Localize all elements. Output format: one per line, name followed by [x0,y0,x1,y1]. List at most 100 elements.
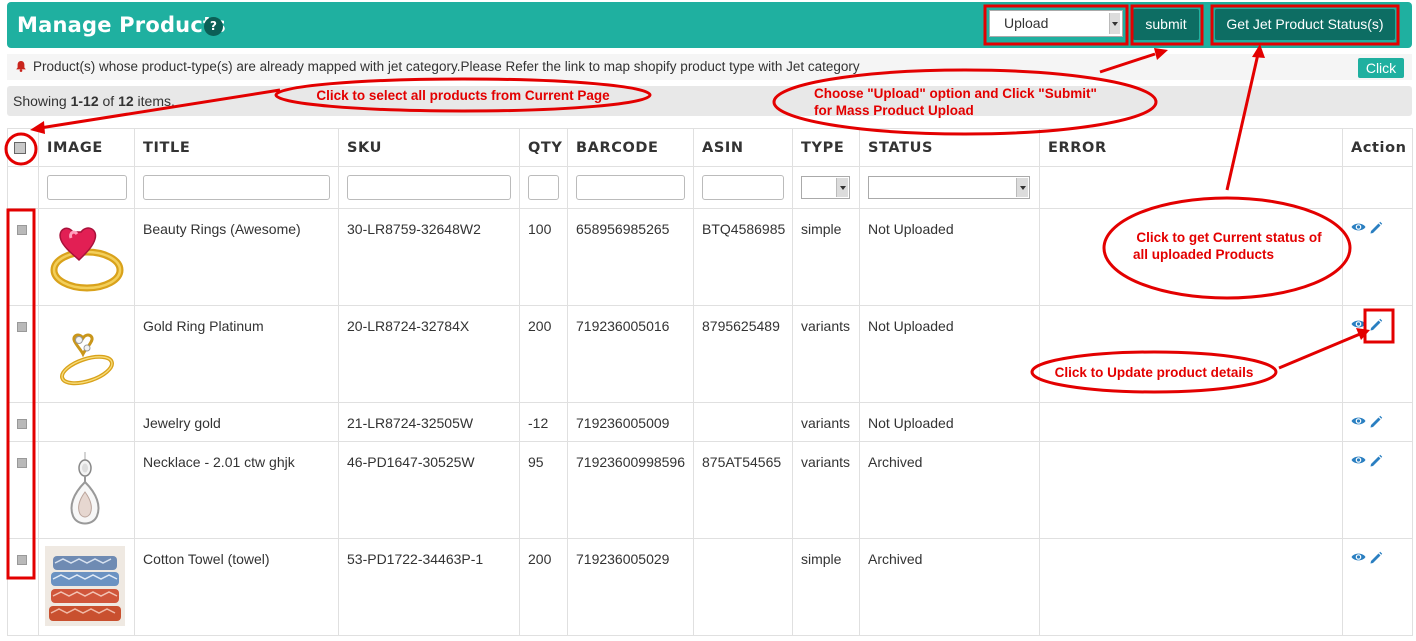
table-header-row: IMAGE TITLE SKU QTY BARCODE ASIN TYPE ST… [7,128,1413,167]
product-title: Cotton Towel (towel) [134,538,339,636]
column-header-barcode[interactable]: BARCODE [567,128,694,167]
chevron-down-icon [836,178,848,197]
column-header-error[interactable]: ERROR [1039,128,1343,167]
product-error [1039,402,1343,442]
pendant-necklace-image[interactable] [55,452,115,532]
product-barcode: 719236005009 [567,402,694,442]
product-image-cell [38,441,135,539]
action-cell [1342,402,1413,442]
pencil-icon[interactable] [1369,318,1383,332]
gold-ring-image[interactable] [45,322,125,392]
submit-button[interactable]: submit [1133,9,1199,40]
row-checkbox[interactable] [17,322,27,332]
title-filter-input[interactable] [143,175,330,200]
product-barcode: 658956985265 [567,208,694,306]
action-filter-cell [1342,166,1413,209]
product-status: Archived [859,538,1040,636]
column-header-sku[interactable]: SKU [338,128,520,167]
row-checkbox[interactable] [17,225,27,235]
notice-bar: Product(s) whose product-type(s) are alr… [7,54,1412,80]
filter-row [7,166,1413,209]
bell-icon [16,61,26,72]
product-error [1039,441,1343,539]
product-status: Not Uploaded [859,402,1040,442]
notice-text: Product(s) whose product-type(s) are alr… [33,59,860,74]
eye-icon[interactable] [1351,454,1366,466]
row-checkbox[interactable] [17,555,27,565]
products-table: IMAGE TITLE SKU QTY BARCODE ASIN TYPE ST… [7,128,1413,641]
product-asin: 875AT54565 [693,441,793,539]
product-image-cell [38,402,135,442]
product-type: variants [792,305,860,403]
eye-icon[interactable] [1351,318,1366,330]
product-type: simple [792,208,860,306]
product-barcode: 71923600998596 [567,441,694,539]
product-asin [693,538,793,636]
product-error [1039,305,1343,403]
product-image-cell [38,538,135,636]
product-asin [693,402,793,442]
row-checkbox[interactable] [17,458,27,468]
select-all-cell [7,128,39,167]
product-qty: 100 [519,208,568,306]
sku-filter-input[interactable] [347,175,511,200]
action-cell [1342,208,1413,306]
product-qty: 200 [519,305,568,403]
product-status: Archived [859,441,1040,539]
table-row: Cotton Towel (towel) 53-PD1722-34463P-1 … [7,538,1413,636]
column-header-type[interactable]: TYPE [792,128,860,167]
get-jet-status-button[interactable]: Get Jet Product Status(s) [1215,9,1395,40]
chevron-down-icon [1109,13,1120,34]
table-row: Gold Ring Platinum 20-LR8724-32784X 200 … [7,305,1413,403]
product-qty: -12 [519,402,568,442]
action-cell [1342,538,1413,636]
eye-icon[interactable] [1351,551,1366,563]
column-header-qty[interactable]: QTY [519,128,568,167]
error-filter-cell [1039,166,1343,209]
product-type: variants [792,402,860,442]
product-image-cell [38,305,135,403]
product-title: Beauty Rings (Awesome) [134,208,339,306]
barcode-filter-input[interactable] [576,175,685,200]
status-filter-select[interactable] [868,176,1030,199]
table-row: Jewelry gold 21-LR8724-32505W -12 719236… [7,402,1413,442]
bulk-action-value: Upload [1004,15,1049,31]
bulk-action-select[interactable]: Upload [989,10,1123,37]
product-sku: 30-LR8759-32648W2 [338,208,520,306]
eye-icon[interactable] [1351,415,1366,427]
column-header-status[interactable]: STATUS [859,128,1040,167]
product-sku: 21-LR8724-32505W [338,402,520,442]
row-checkbox[interactable] [17,419,27,429]
heart-ring-image[interactable] [45,218,125,298]
table-row: Necklace - 2.01 ctw ghjk 46-PD1647-30525… [7,441,1413,539]
asin-filter-input[interactable] [702,175,784,200]
click-button[interactable]: Click [1358,58,1404,78]
status-annotation: Click to get Current status of all uploa… [1133,230,1322,262]
column-header-title[interactable]: TITLE [134,128,339,167]
product-status: Not Uploaded [859,305,1040,403]
select-all-checkbox[interactable] [14,141,26,154]
page-header: Manage Products ? [7,2,1412,48]
pencil-icon[interactable] [1369,221,1383,235]
filter-cell-empty [7,166,39,209]
product-error [1039,538,1343,636]
pencil-icon[interactable] [1369,454,1383,468]
summary-bar: Showing 1-12 of 12 items. [7,86,1412,116]
column-header-image[interactable]: IMAGE [38,128,135,167]
qty-filter-input[interactable] [528,175,559,200]
help-icon[interactable]: ? [204,17,223,36]
action-cell [1342,305,1413,403]
eye-icon[interactable] [1351,221,1366,233]
type-filter-select[interactable] [801,176,850,199]
action-cell [1342,441,1413,539]
product-sku: 46-PD1647-30525W [338,441,520,539]
column-header-asin[interactable]: ASIN [693,128,793,167]
pencil-icon[interactable] [1369,551,1383,565]
page-title: Manage Products [17,13,226,37]
product-barcode: 719236005029 [567,538,694,636]
towels-image[interactable] [45,546,125,626]
chevron-down-icon [1016,178,1028,197]
product-qty: 95 [519,441,568,539]
pencil-icon[interactable] [1369,415,1383,429]
image-filter-input[interactable] [47,175,127,200]
